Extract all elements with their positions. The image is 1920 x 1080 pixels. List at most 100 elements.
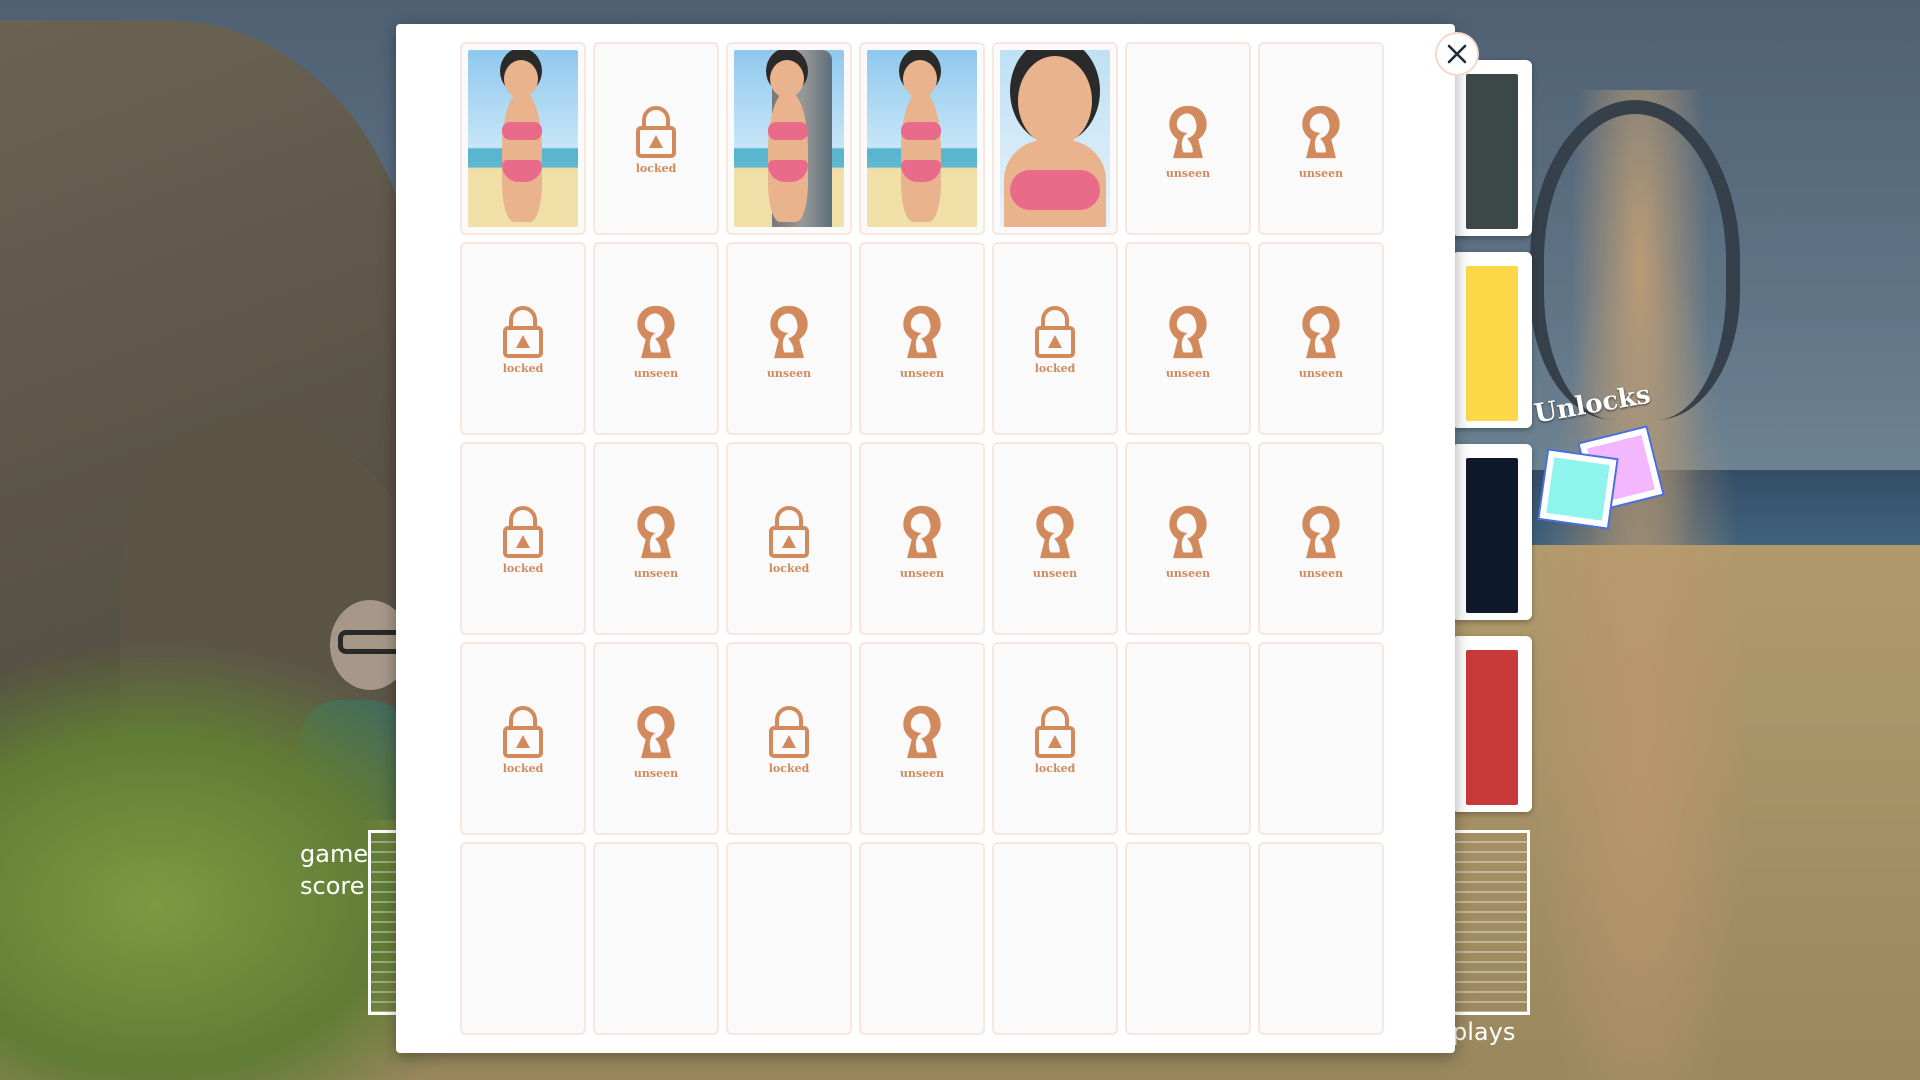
tile-status-label: unseen bbox=[633, 367, 679, 380]
gallery-tile[interactable] bbox=[460, 42, 586, 235]
tile-status-label: locked bbox=[1034, 362, 1076, 375]
keyhole-icon bbox=[903, 705, 941, 759]
keyhole-icon bbox=[770, 305, 808, 359]
gallery-grid: locked unseen unseen locked unseen unsee… bbox=[460, 42, 1384, 1035]
gallery-tile[interactable] bbox=[859, 42, 985, 235]
close-icon bbox=[1447, 44, 1467, 64]
gallery-tile[interactable]: locked bbox=[992, 242, 1118, 435]
thumb-figure bbox=[768, 92, 808, 222]
gallery-tile[interactable]: unseen bbox=[1258, 442, 1384, 635]
keyhole-icon bbox=[1302, 105, 1340, 159]
gallery-thumbnail-portrait bbox=[1000, 50, 1110, 227]
gallery-tile bbox=[460, 842, 586, 1035]
tile-status-label: unseen bbox=[1165, 567, 1211, 580]
padlock-icon bbox=[636, 106, 676, 158]
gallery-tile[interactable] bbox=[726, 42, 852, 235]
gallery-tile[interactable]: unseen bbox=[593, 642, 719, 835]
close-button[interactable] bbox=[1435, 32, 1479, 76]
game-score-label-line2: score bbox=[300, 872, 365, 900]
padlock-icon bbox=[503, 506, 543, 558]
tile-status-label: locked bbox=[768, 762, 810, 775]
photo-icon-cyan bbox=[1539, 450, 1617, 528]
keyhole-icon bbox=[1169, 305, 1207, 359]
gallery-tile[interactable]: locked bbox=[460, 442, 586, 635]
thumb-bikini-top bbox=[1010, 170, 1100, 210]
tile-status-label: locked bbox=[502, 762, 544, 775]
keyhole-icon bbox=[637, 505, 675, 559]
tile-status-label: locked bbox=[502, 562, 544, 575]
tile-status-label: unseen bbox=[633, 567, 679, 580]
gallery-tile[interactable]: locked bbox=[593, 42, 719, 235]
tile-status-label: unseen bbox=[1298, 167, 1344, 180]
swatch-color-3 bbox=[1466, 458, 1518, 613]
gallery-tile[interactable]: unseen bbox=[1258, 242, 1384, 435]
keyhole-icon bbox=[1302, 305, 1340, 359]
thumb-bikini-top bbox=[502, 122, 542, 140]
keyhole-icon bbox=[637, 705, 675, 759]
gallery-tile[interactable]: unseen bbox=[1125, 442, 1251, 635]
tile-status-label: unseen bbox=[1298, 367, 1344, 380]
swatch-color-2 bbox=[1466, 266, 1518, 421]
swatch-card-2[interactable] bbox=[1452, 252, 1532, 428]
padlock-icon bbox=[769, 506, 809, 558]
thumb-figure bbox=[502, 92, 542, 222]
gallery-tile[interactable]: unseen bbox=[859, 242, 985, 435]
swatch-card-3[interactable] bbox=[1452, 444, 1532, 620]
game-score-label: game score bbox=[300, 838, 368, 902]
padlock-icon bbox=[1035, 706, 1075, 758]
keyhole-icon bbox=[903, 305, 941, 359]
gallery-tile[interactable]: unseen bbox=[859, 642, 985, 835]
padlock-icon bbox=[1035, 306, 1075, 358]
gallery-tile[interactable]: unseen bbox=[1125, 42, 1251, 235]
thumb-figure bbox=[901, 92, 941, 222]
gallery-thumbnail-standing bbox=[867, 50, 977, 227]
thumb-bikini-top bbox=[768, 122, 808, 140]
gallery-tile bbox=[1258, 842, 1384, 1035]
tile-status-label: locked bbox=[768, 562, 810, 575]
thumb-head bbox=[770, 60, 804, 98]
padlock-icon bbox=[503, 306, 543, 358]
gallery-thumbnail-back bbox=[468, 50, 578, 227]
gallery-tile bbox=[859, 842, 985, 1035]
gallery-tile[interactable]: unseen bbox=[1125, 242, 1251, 435]
padlock-icon bbox=[503, 706, 543, 758]
keyhole-icon bbox=[1302, 505, 1340, 559]
gallery-tile bbox=[593, 842, 719, 1035]
plays-gauge bbox=[1455, 830, 1530, 1015]
gallery-tile[interactable]: locked bbox=[460, 242, 586, 435]
gallery-tile[interactable]: unseen bbox=[726, 242, 852, 435]
tile-status-label: locked bbox=[1034, 762, 1076, 775]
keyhole-icon bbox=[1169, 505, 1207, 559]
keyhole-icon bbox=[903, 505, 941, 559]
gallery-thumbnail-rock bbox=[734, 50, 844, 227]
thumb-head bbox=[903, 60, 937, 98]
gallery-tile[interactable]: locked bbox=[726, 642, 852, 835]
gallery-tile[interactable]: unseen bbox=[992, 442, 1118, 635]
gallery-tile[interactable]: locked bbox=[460, 642, 586, 835]
gallery-tile bbox=[1125, 842, 1251, 1035]
gallery-tile[interactable]: locked bbox=[992, 642, 1118, 835]
swatch-card-1[interactable] bbox=[1452, 60, 1532, 236]
game-score-gauge bbox=[368, 830, 398, 1015]
gallery-tile[interactable]: unseen bbox=[593, 442, 719, 635]
tile-status-label: unseen bbox=[766, 367, 812, 380]
swatch-card-4[interactable] bbox=[1452, 636, 1532, 812]
tile-status-label: unseen bbox=[899, 367, 945, 380]
gallery-tile bbox=[1258, 642, 1384, 835]
gallery-tile[interactable]: unseen bbox=[1258, 42, 1384, 235]
gallery-tile bbox=[726, 842, 852, 1035]
gallery-tile[interactable]: unseen bbox=[593, 242, 719, 435]
swatch-color-1 bbox=[1466, 74, 1518, 229]
gallery-tile[interactable] bbox=[992, 42, 1118, 235]
tile-status-label: unseen bbox=[1165, 367, 1211, 380]
gallery-tile[interactable]: locked bbox=[726, 442, 852, 635]
tile-status-label: unseen bbox=[899, 767, 945, 780]
game-score-label-line1: game bbox=[300, 840, 369, 868]
tile-status-label: unseen bbox=[633, 767, 679, 780]
unlocks-button[interactable]: Unlocks bbox=[1532, 380, 1672, 530]
keyhole-icon bbox=[1169, 105, 1207, 159]
thumb-bikini-top bbox=[901, 122, 941, 140]
keyhole-icon bbox=[637, 305, 675, 359]
gallery-tile bbox=[992, 842, 1118, 1035]
gallery-tile[interactable]: unseen bbox=[859, 442, 985, 635]
